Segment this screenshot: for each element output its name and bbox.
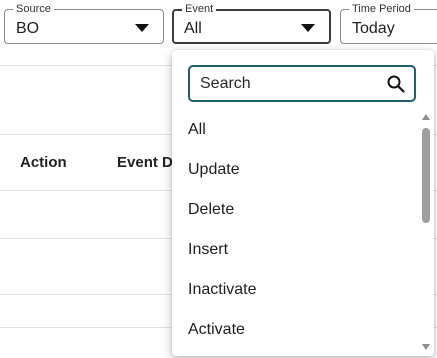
option-list: All Update Delete Insert Inactivate Acti… <box>172 110 418 350</box>
search-input[interactable] <box>200 74 370 94</box>
time-period-label: Time Period <box>349 3 414 15</box>
audit-filter-view: Source BO Event All Time Period Today Ac… <box>0 0 437 358</box>
option-inactivate[interactable]: Inactivate <box>172 270 418 310</box>
event-dropdown-menu: All Update Delete Insert Inactivate Acti… <box>172 50 434 356</box>
caret-down-icon <box>301 24 315 32</box>
option-all[interactable]: All <box>172 110 418 150</box>
search-icon[interactable] <box>387 75 405 93</box>
option-insert[interactable]: Insert <box>172 230 418 270</box>
option-update[interactable]: Update <box>172 150 418 190</box>
scroll-up-arrow-icon[interactable] <box>422 114 430 120</box>
time-period-value: Today <box>352 20 395 37</box>
event-select[interactable]: Event All <box>172 3 331 44</box>
scrollbar[interactable] <box>421 114 431 350</box>
event-value: All <box>184 20 202 37</box>
event-label: Event <box>182 3 217 15</box>
source-select[interactable]: Source BO <box>4 3 164 44</box>
source-value: BO <box>16 20 40 37</box>
source-label: Source <box>13 3 54 15</box>
time-period-select[interactable]: Time Period Today <box>340 3 437 44</box>
caret-down-icon <box>135 24 149 32</box>
scrollbar-thumb[interactable] <box>422 128 430 223</box>
column-header-action[interactable]: Action <box>20 154 67 171</box>
option-delete[interactable]: Delete <box>172 190 418 230</box>
option-activate[interactable]: Activate <box>172 310 418 350</box>
search-box <box>188 65 416 102</box>
scroll-down-arrow-icon[interactable] <box>422 344 430 350</box>
